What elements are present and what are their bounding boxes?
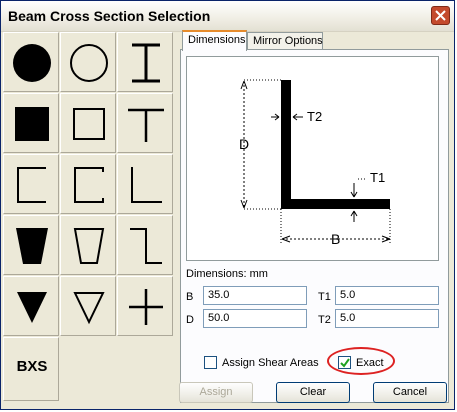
b-field-label: B [186, 291, 194, 303]
clear-button[interactable]: Clear [276, 382, 350, 403]
assign-shear-label: Assign Shear Areas [222, 357, 319, 369]
shape-hollow-circle-button[interactable] [60, 32, 116, 92]
b-label: B [331, 231, 340, 247]
hollow-square-icon [73, 108, 105, 140]
shape-z-section-button[interactable] [117, 215, 173, 275]
t2-input[interactable]: 5.0 [335, 309, 439, 328]
shape-tee-button[interactable] [117, 93, 173, 153]
shape-i-beam-button[interactable] [117, 32, 173, 92]
d-field-label: D [186, 314, 194, 326]
assign-button[interactable]: Assign [179, 382, 253, 403]
highlight-ellipse [327, 347, 395, 375]
shape-angle-button[interactable] [117, 154, 173, 214]
shape-bxs-button[interactable]: BXS [3, 337, 59, 401]
angle-section-shape [281, 80, 390, 209]
assign-shear-checkbox[interactable] [204, 356, 217, 369]
title-bar: Beam Cross Section Selection [1, 1, 454, 32]
solid-trapezoid-icon [16, 228, 48, 264]
t1-input[interactable]: 5.0 [335, 286, 439, 305]
hollow-trapezoid-icon [73, 228, 105, 264]
section-preview: D T2 T1 B [186, 56, 439, 261]
b-input[interactable]: 35.0 [203, 286, 307, 305]
bxs-label: BXS [16, 358, 48, 375]
window-title: Beam Cross Section Selection [8, 8, 211, 24]
dimensions-heading: Dimensions: mm [186, 268, 268, 280]
shape-hollow-triangle-button[interactable] [60, 276, 116, 336]
shape-hollow-trapezoid-button[interactable] [60, 215, 116, 275]
shape-solid-triangle-button[interactable] [3, 276, 59, 336]
cross-icon [129, 289, 163, 325]
shape-lipped-channel-button[interactable] [60, 154, 116, 214]
t2-field-label: T2 [318, 314, 331, 326]
tab-dimensions[interactable]: Dimensions [182, 30, 247, 51]
shape-channel-button[interactable] [3, 154, 59, 214]
d-input[interactable]: 50.0 [203, 309, 307, 328]
tab-mirror-options[interactable]: Mirror Options [247, 32, 323, 50]
i-beam-icon [132, 43, 160, 83]
close-icon [435, 10, 446, 21]
d-label: D [239, 136, 249, 152]
shape-cross-button[interactable] [117, 276, 173, 336]
hollow-triangle-icon [73, 292, 105, 325]
lipped-channel-icon [74, 167, 104, 203]
cancel-button[interactable]: Cancel [373, 382, 447, 403]
tee-icon [128, 108, 164, 142]
hollow-circle-icon [70, 44, 108, 82]
close-button[interactable] [431, 6, 450, 25]
shape-solid-trapezoid-button[interactable] [3, 215, 59, 275]
angle-icon [131, 167, 162, 203]
solid-triangle-icon [17, 292, 47, 323]
shape-solid-circle-button[interactable] [3, 32, 59, 92]
shape-grid: BXS [3, 32, 175, 401]
t1-field-label: T1 [318, 291, 331, 303]
channel-icon [17, 167, 46, 203]
solid-square-icon [15, 107, 49, 141]
shape-hollow-square-button[interactable] [60, 93, 116, 153]
solid-circle-icon [13, 44, 51, 82]
t1-label: T1 [370, 170, 385, 185]
t2-label: T2 [307, 109, 322, 124]
z-section-icon [130, 228, 162, 264]
shape-solid-square-button[interactable] [3, 93, 59, 153]
angle-diagram: D T2 T1 B [239, 79, 391, 247]
